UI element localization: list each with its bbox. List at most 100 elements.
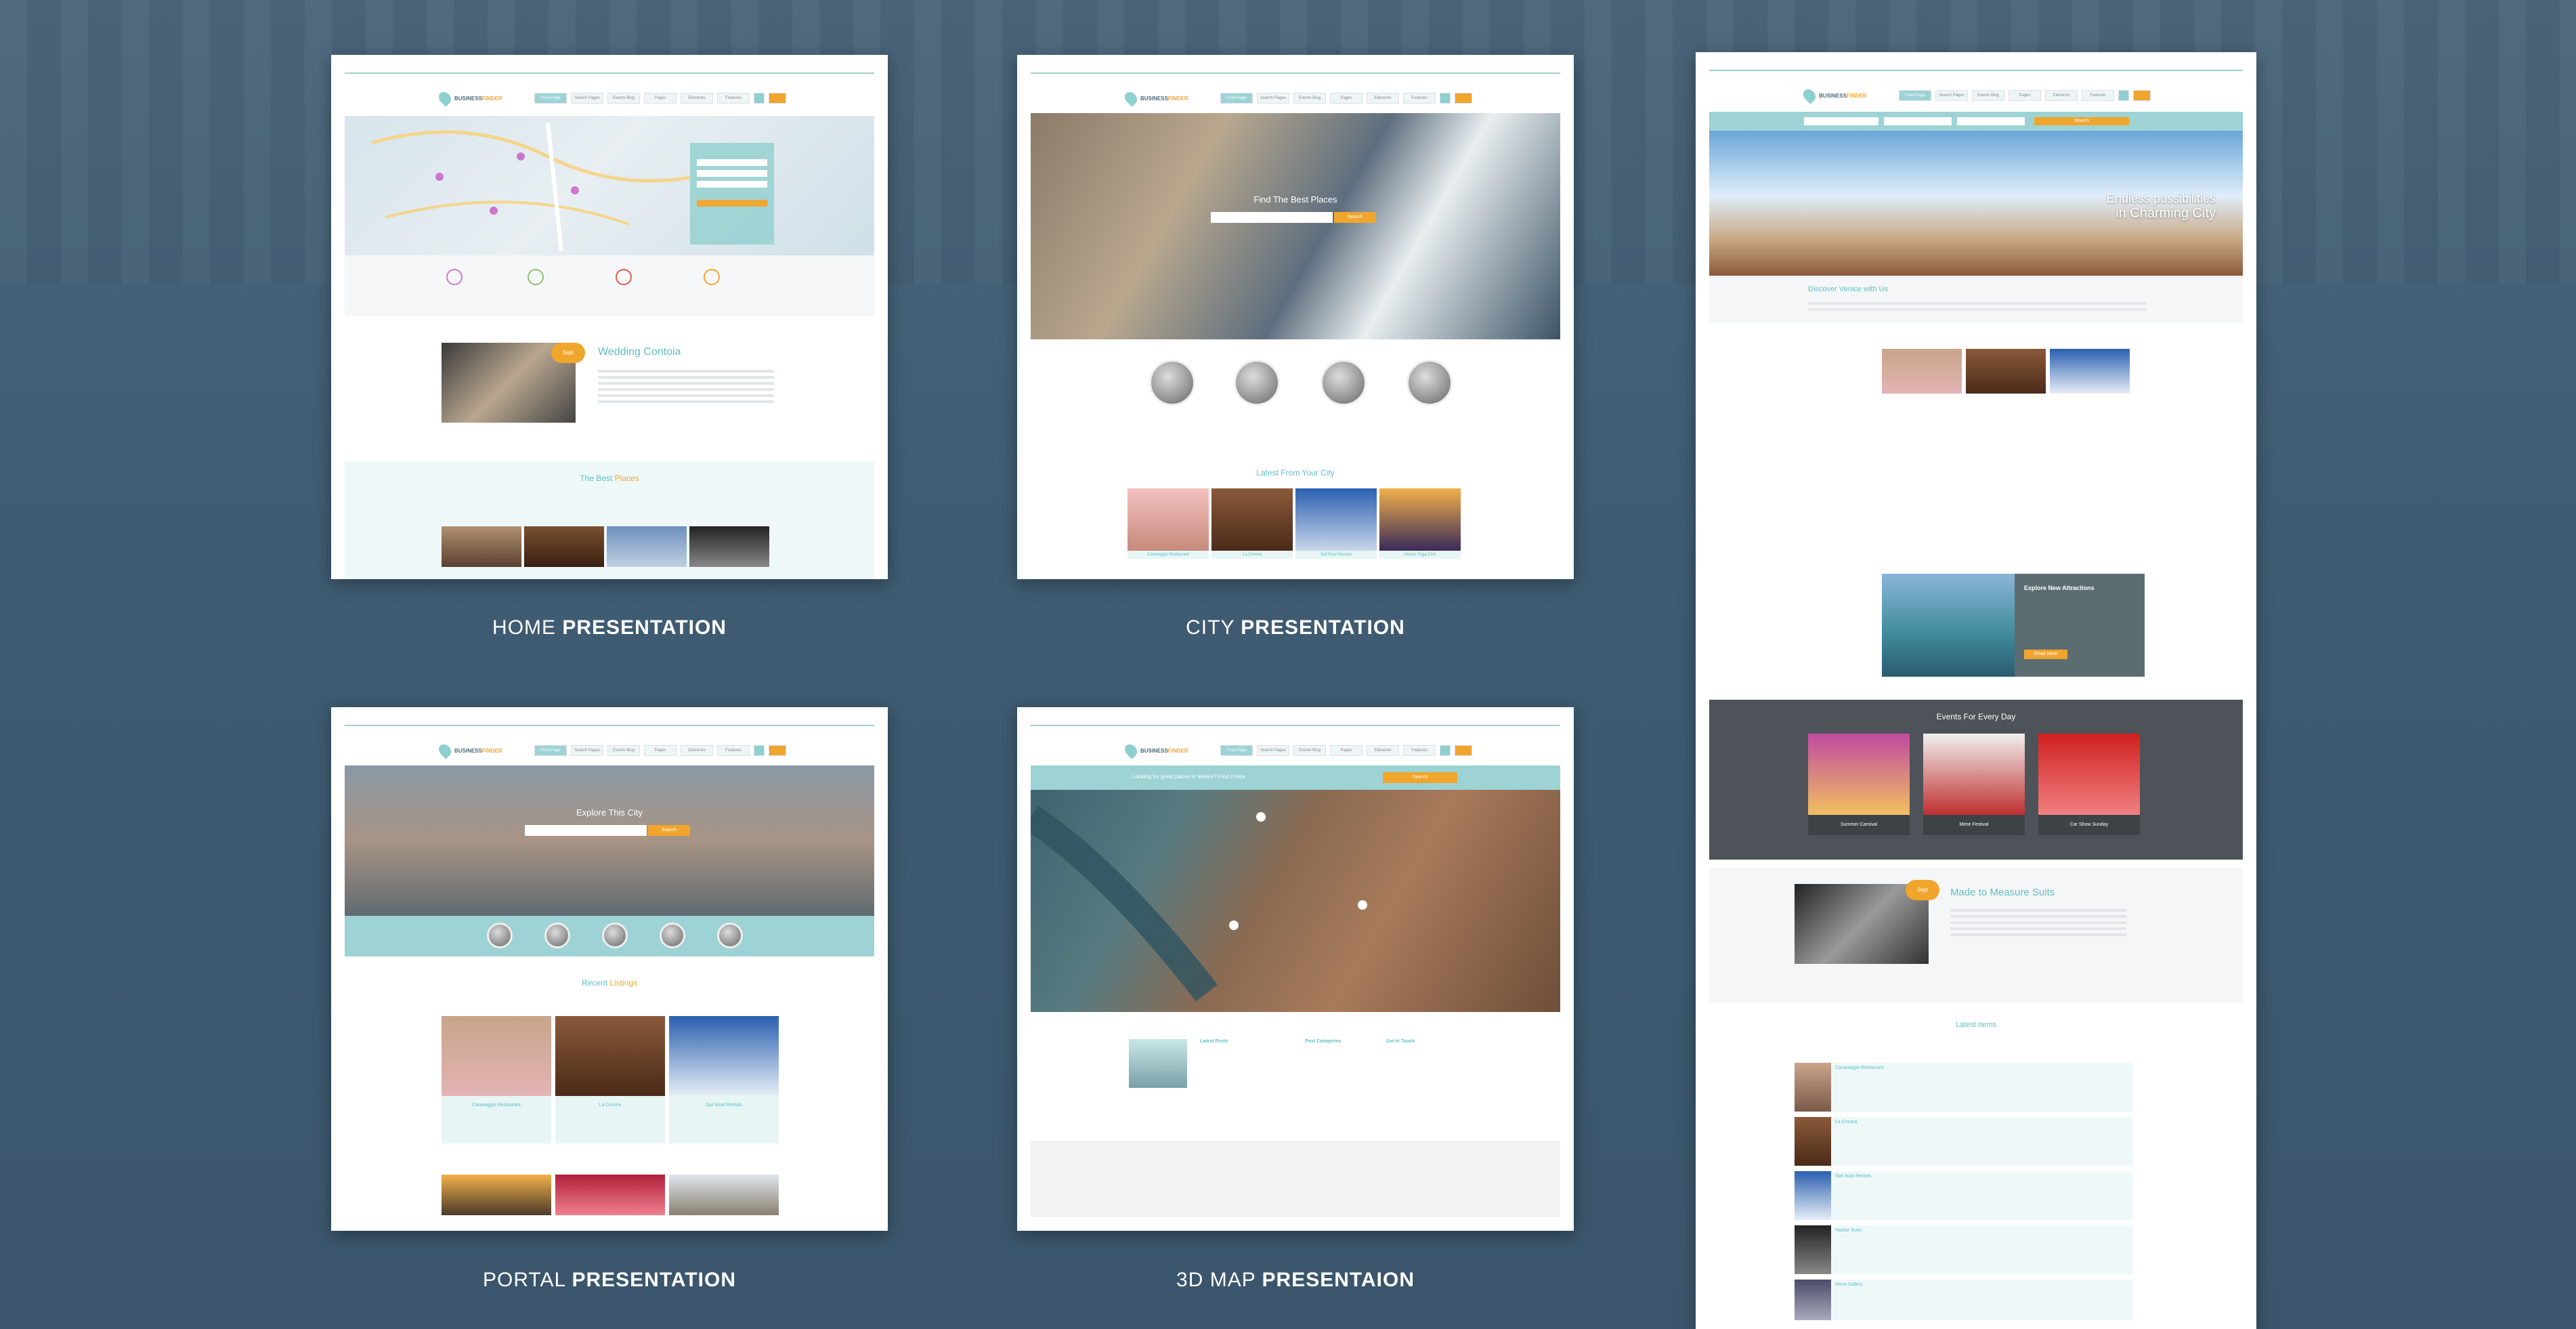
hero-search-input[interactable] bbox=[1211, 212, 1333, 223]
menu-item[interactable]: Elements bbox=[1367, 745, 1399, 756]
satellite-map[interactable] bbox=[1023, 790, 1560, 1012]
map-search-panel[interactable] bbox=[690, 143, 774, 245]
menu-item[interactable]: Elements bbox=[2045, 90, 2078, 101]
explore-image[interactable] bbox=[1882, 574, 2015, 677]
category-circle[interactable] bbox=[1149, 360, 1195, 406]
cart-icon[interactable] bbox=[769, 93, 786, 104]
listing-thumb[interactable]: Sail Boat Rentals bbox=[669, 1016, 779, 1143]
cart-icon[interactable] bbox=[2133, 90, 2151, 101]
listing-thumb[interactable] bbox=[2050, 349, 2130, 394]
menu-item[interactable]: Front Page bbox=[1220, 745, 1253, 756]
category-circle[interactable] bbox=[1407, 360, 1453, 406]
menu-item[interactable]: Features bbox=[1403, 93, 1436, 104]
menu-item[interactable]: Features bbox=[717, 745, 750, 756]
site-logo: BUSINESSFINDER bbox=[1801, 87, 1867, 104]
listing-thumb[interactable]: La Corona bbox=[555, 1016, 665, 1143]
menu-item[interactable]: Search Pages bbox=[571, 745, 603, 756]
event-card[interactable]: Mime Festival bbox=[1923, 734, 2025, 835]
list-item[interactable]: Nova Gallery bbox=[1795, 1280, 2133, 1320]
list-item[interactable]: Harbor Suits bbox=[1795, 1225, 2133, 1274]
city-presentation-card[interactable]: BUSINESSFINDER Front Page Search Pages E… bbox=[1017, 55, 1574, 579]
avatar[interactable] bbox=[602, 923, 628, 948]
menu-item[interactable]: Search Pages bbox=[1257, 745, 1289, 756]
category-circle[interactable] bbox=[1234, 360, 1280, 406]
menu-item[interactable]: Pages bbox=[1330, 93, 1362, 104]
map-hero[interactable] bbox=[345, 116, 874, 255]
menu-item[interactable]: Events Blog bbox=[1972, 90, 2004, 101]
avatar[interactable] bbox=[660, 923, 685, 948]
cart-icon[interactable] bbox=[769, 745, 786, 756]
avatar[interactable] bbox=[717, 923, 743, 948]
avatar[interactable] bbox=[487, 923, 513, 948]
hero-search-button[interactable]: Search bbox=[1334, 212, 1376, 223]
listing-thumb[interactable] bbox=[1966, 349, 2046, 394]
menu-item[interactable]: Features bbox=[2082, 90, 2114, 101]
menu-item[interactable]: Events Blog bbox=[1293, 745, 1326, 756]
menu-item[interactable]: Front Page bbox=[534, 93, 567, 104]
menu-item[interactable]: Features bbox=[1403, 745, 1436, 756]
listing-thumb[interactable]: Venice Yoga Club bbox=[1379, 488, 1461, 559]
event-card[interactable]: Summer Carnival bbox=[1808, 734, 1910, 835]
menu-item[interactable]: Front Page bbox=[534, 745, 567, 756]
portal-hero[interactable]: Explore This City Search bbox=[345, 765, 874, 916]
portal-presentation-card[interactable]: BUSINESSFINDER Front Page Search Pages E… bbox=[331, 707, 888, 1231]
search-input[interactable] bbox=[1804, 117, 1879, 125]
menu-item[interactable]: Front Page bbox=[1899, 90, 1931, 101]
search-icon[interactable] bbox=[754, 745, 765, 756]
list-item[interactable]: Sail Boat Rentals bbox=[1795, 1171, 2133, 1220]
banner-search-button[interactable]: Search bbox=[1383, 772, 1457, 783]
place-thumb[interactable] bbox=[689, 526, 769, 567]
read-more-button[interactable]: Read More bbox=[2024, 650, 2067, 659]
cart-icon[interactable] bbox=[1455, 93, 1472, 104]
listing-thumb[interactable] bbox=[1882, 349, 1962, 394]
listing-thumb[interactable] bbox=[442, 1175, 551, 1215]
map3d-presentation-card[interactable]: BUSINESSFINDER Front Page Search Pages E… bbox=[1017, 707, 1574, 1231]
menu-item[interactable]: Pages bbox=[644, 93, 677, 104]
menu-item[interactable]: Elements bbox=[681, 745, 713, 756]
listing-thumb[interactable] bbox=[555, 1175, 665, 1215]
search-icon[interactable] bbox=[1440, 745, 1451, 756]
menu-item[interactable]: Events Blog bbox=[1293, 93, 1326, 104]
menu-item[interactable]: Pages bbox=[1330, 745, 1362, 756]
menu-item[interactable]: Front Page bbox=[1220, 93, 1253, 104]
search-icon[interactable] bbox=[754, 93, 765, 104]
list-item[interactable]: Caravaggio Restaurant bbox=[1795, 1063, 2133, 1112]
search-icon[interactable] bbox=[1440, 93, 1451, 104]
menu-item[interactable]: Events Blog bbox=[607, 745, 640, 756]
city-hero[interactable]: Find The Best Places Search bbox=[1031, 113, 1560, 339]
menu-item[interactable]: Elements bbox=[681, 93, 713, 104]
map-pin-icon bbox=[1122, 742, 1140, 759]
location-select[interactable] bbox=[1957, 117, 2025, 125]
search-icon[interactable] bbox=[2118, 90, 2129, 101]
list-item[interactable]: La Corona bbox=[1795, 1117, 2133, 1166]
city-hero[interactable]: Endless possibilities in Charming City bbox=[1709, 131, 2243, 276]
menu-item[interactable]: Events Blog bbox=[607, 93, 640, 104]
menu-item[interactable]: Pages bbox=[644, 745, 677, 756]
footer-thumb[interactable] bbox=[1129, 1039, 1187, 1088]
listing-thumb[interactable]: Caravaggio Restaurant bbox=[1128, 488, 1209, 559]
listing-thumb[interactable]: Sail Boat Rentals bbox=[1295, 488, 1377, 559]
explore-banner: Explore New Attractions Read More bbox=[1882, 574, 2145, 677]
hero-search-button[interactable]: Search bbox=[648, 825, 690, 836]
place-thumb[interactable] bbox=[442, 526, 521, 567]
listing-thumb[interactable]: Caravaggio Restaurant bbox=[442, 1016, 551, 1143]
category-select[interactable] bbox=[1884, 117, 1952, 125]
menu-item[interactable]: Elements bbox=[1367, 93, 1399, 104]
place-thumb[interactable] bbox=[607, 526, 687, 567]
event-card[interactable]: Car Show Sunday bbox=[2038, 734, 2140, 835]
place-thumb[interactable] bbox=[524, 526, 604, 567]
menu-item[interactable]: Search Pages bbox=[1257, 93, 1289, 104]
menu-item[interactable]: Search Pages bbox=[1935, 90, 1968, 101]
listing-thumb[interactable] bbox=[669, 1175, 779, 1215]
home-presentation-card[interactable]: BUSINESSFINDER Front Page Search Pages E… bbox=[331, 55, 888, 579]
menu-item[interactable]: Features bbox=[717, 93, 750, 104]
avatar[interactable] bbox=[544, 923, 570, 948]
search-button[interactable]: Search bbox=[2034, 117, 2129, 125]
category-circle[interactable] bbox=[1321, 360, 1367, 406]
listing-thumb[interactable]: La Corona bbox=[1211, 488, 1293, 559]
menu-item[interactable]: Pages bbox=[2009, 90, 2041, 101]
menu-item[interactable]: Search Pages bbox=[571, 93, 603, 104]
cart-icon[interactable] bbox=[1455, 745, 1472, 756]
hero-search-input[interactable] bbox=[525, 825, 647, 836]
tall-presentation-card[interactable]: BUSINESSFINDER Front Page Search Pages E… bbox=[1696, 52, 2256, 1329]
